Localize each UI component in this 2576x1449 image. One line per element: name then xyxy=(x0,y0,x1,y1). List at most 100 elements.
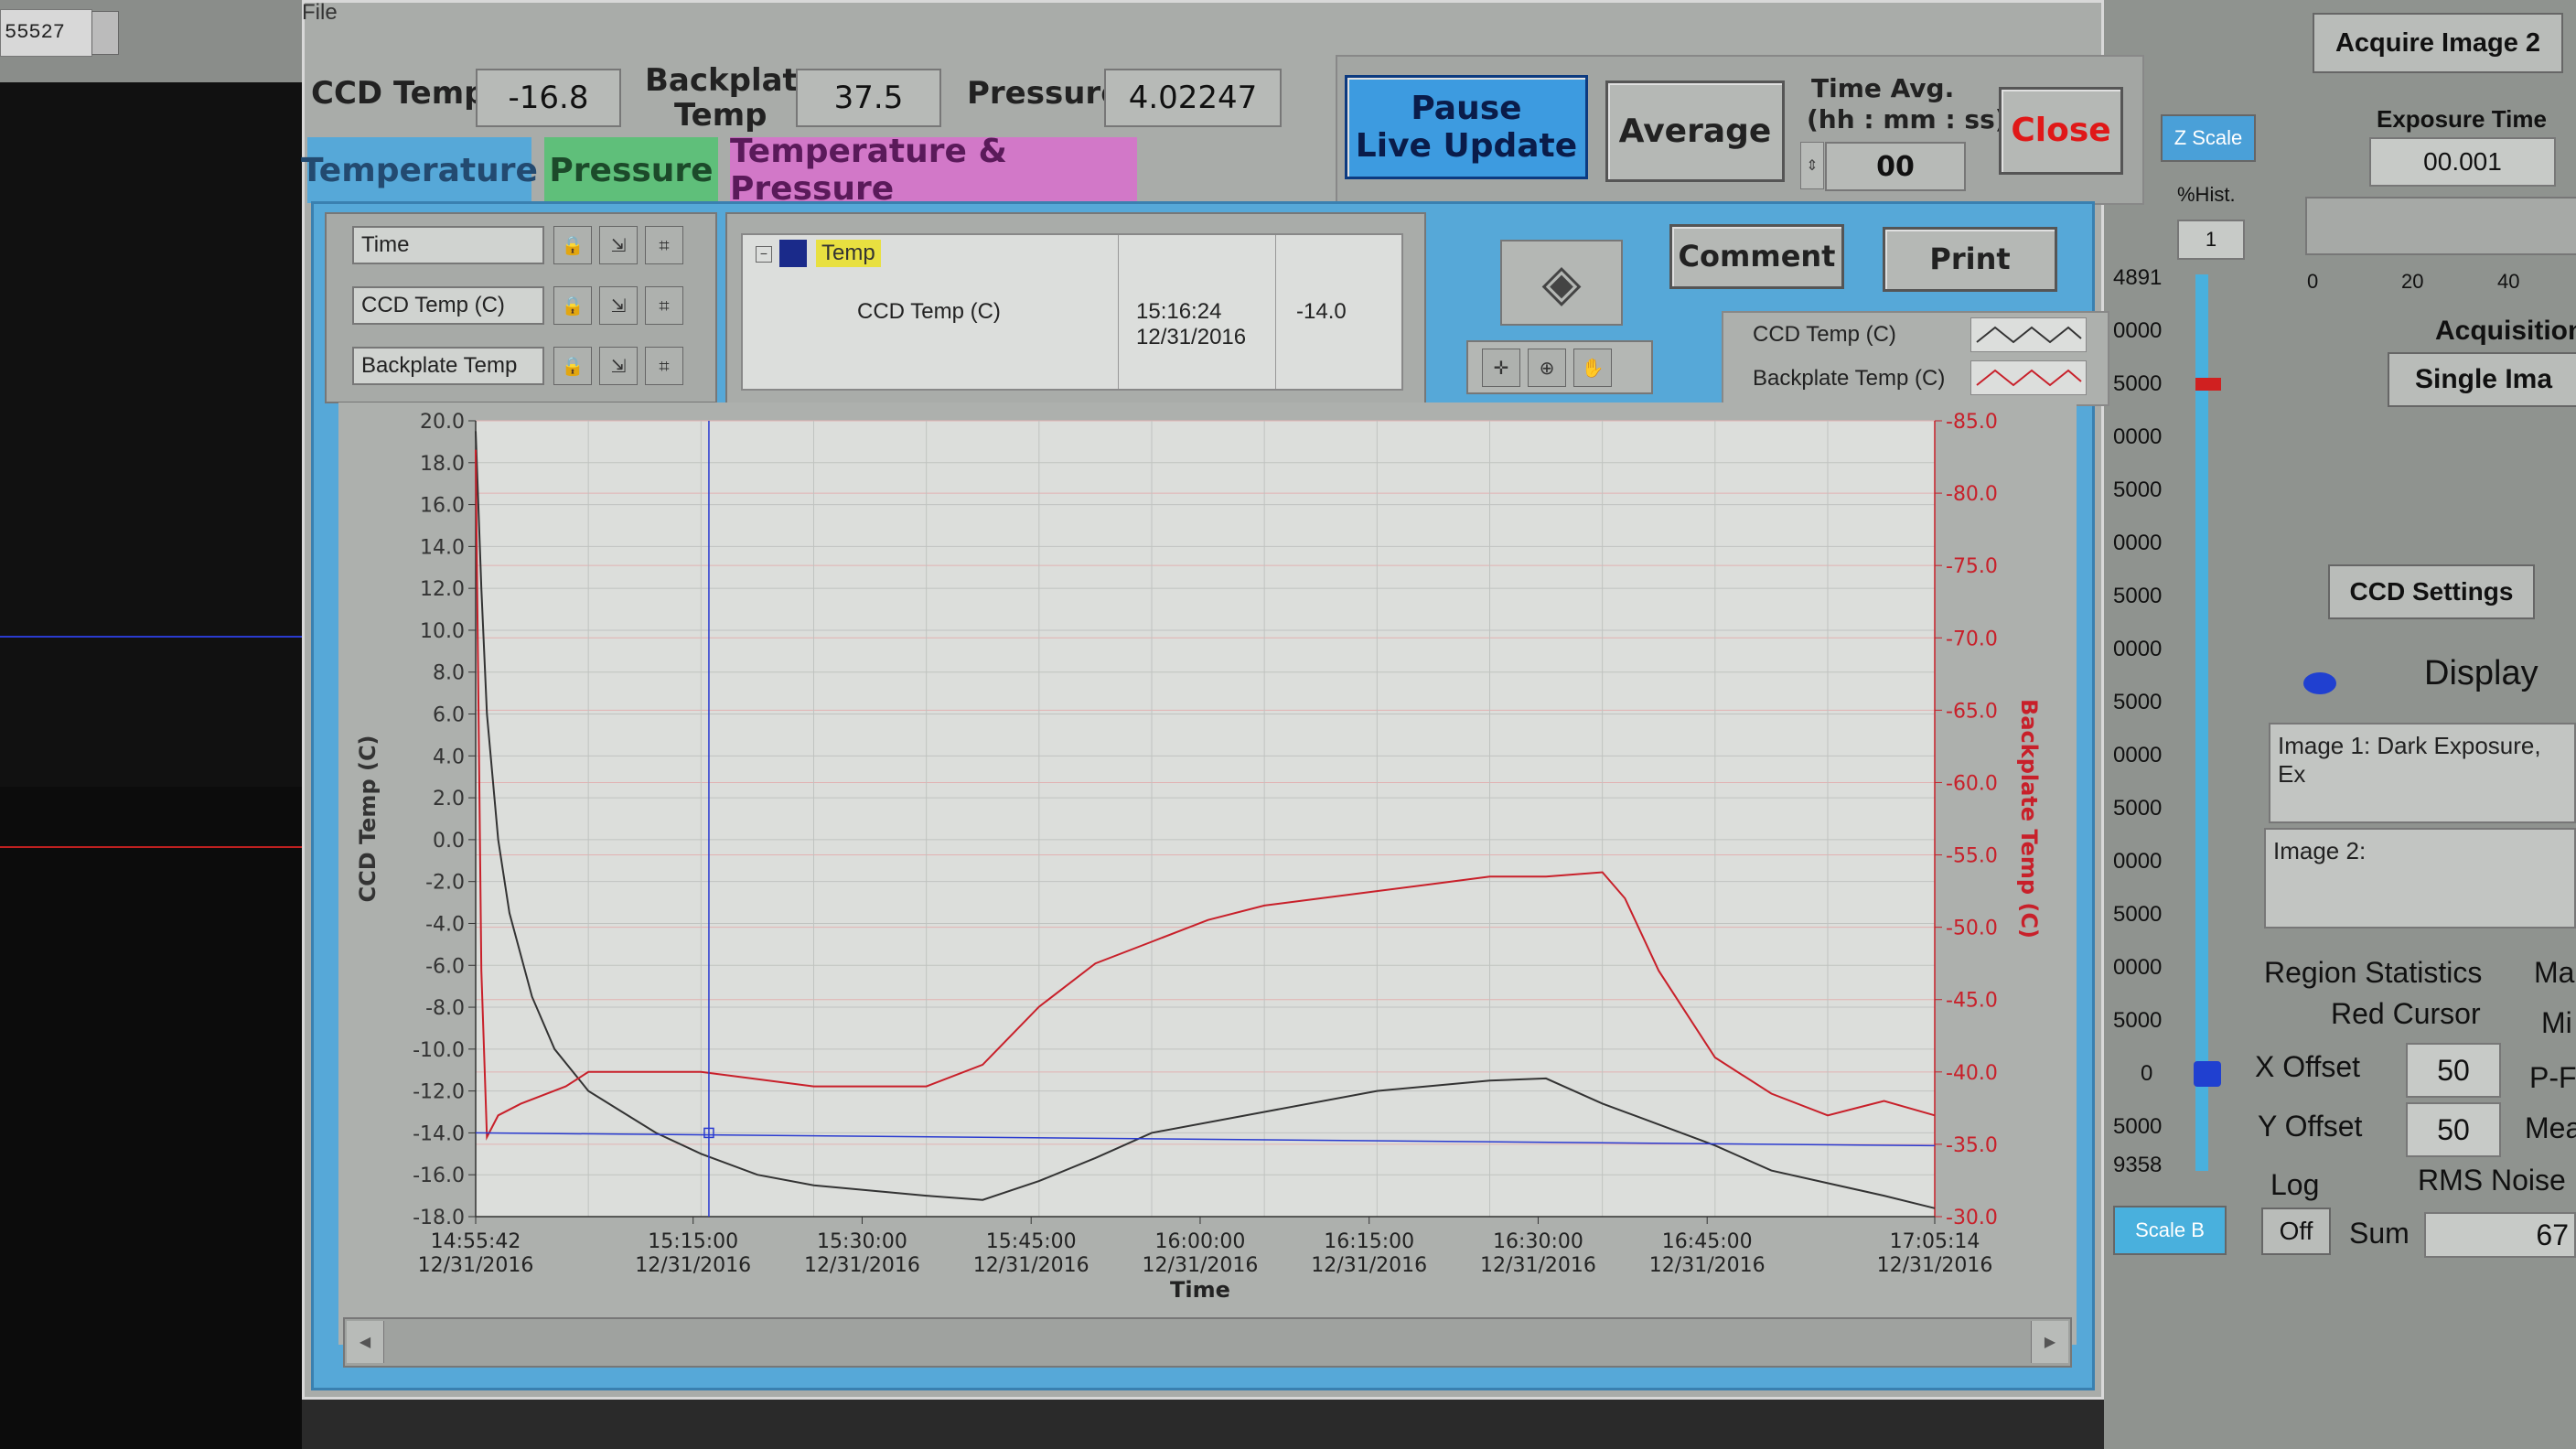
tab-temperature[interactable]: Temperature xyxy=(301,137,538,203)
legend-backplate-temp[interactable]: Backplate Temp (C) xyxy=(1753,366,1945,392)
pause-live-update-button[interactable]: Pause Live Update xyxy=(1345,75,1588,179)
cursor-table: − Temp CCD Temp (C) 15:16:24 12/31/2016 … xyxy=(741,233,1403,391)
scale-tick: 0000 xyxy=(2113,531,2163,555)
acquisition-label: Acquisition xyxy=(2435,316,2576,346)
left-window-lower-panel xyxy=(0,787,302,1449)
exposure-slider[interactable] xyxy=(2305,197,2576,255)
menu-file[interactable]: File xyxy=(302,0,338,26)
close-button[interactable]: Close xyxy=(1999,87,2123,175)
sum-label: Sum xyxy=(2349,1217,2410,1250)
right-tick-label: -75.0 xyxy=(1946,555,1998,578)
channel-backplate-temp[interactable]: Backplate Temp xyxy=(352,347,544,385)
sum-field[interactable]: 67 xyxy=(2424,1212,2576,1258)
exposure-time-field[interactable]: 00.001 xyxy=(2369,137,2556,187)
scale-b-button[interactable]: Scale B xyxy=(2113,1206,2227,1255)
average-button[interactable]: Average xyxy=(1605,80,1785,182)
time-avg-label: Time Avg. xyxy=(1811,73,1955,103)
log-off-toggle[interactable]: Off xyxy=(2261,1208,2331,1255)
legend-ccd-temp[interactable]: CCD Temp (C) xyxy=(1753,322,1896,348)
collapse-icon[interactable]: − xyxy=(756,246,772,263)
left-tick-label: 14.0 xyxy=(420,536,465,559)
pause-label-line2: Live Update xyxy=(1355,127,1578,165)
display-led-icon xyxy=(2303,672,2336,694)
ccd-temp-value: -16.8 xyxy=(476,69,621,127)
x-tick-date: 12/31/2016 xyxy=(635,1254,751,1277)
background-window-right: Acquire Image 2 Z Scale %Hist. 1 Exposur… xyxy=(2104,0,2576,1449)
right-tick-label: -60.0 xyxy=(1946,772,1998,795)
x-offset-field[interactable]: 50 xyxy=(2406,1043,2501,1098)
y2-scale-icon[interactable]: ⇲ xyxy=(599,347,638,385)
image2-description[interactable]: Image 2: xyxy=(2264,828,2576,928)
channel-time[interactable]: Time xyxy=(352,226,544,264)
hist-label: %Hist. xyxy=(2177,183,2236,206)
left-window-field[interactable]: 55527 xyxy=(0,9,92,57)
scale-tick: 5000 xyxy=(2113,796,2163,821)
y2-format-icon[interactable]: ⌗ xyxy=(645,347,683,385)
red-marker-icon[interactable] xyxy=(2195,378,2221,391)
cursor-color-icon xyxy=(779,240,807,267)
display-label: Display xyxy=(2424,654,2538,692)
lock-icon[interactable]: 🔒 xyxy=(553,347,592,385)
blue-marker-icon[interactable] xyxy=(2194,1061,2221,1087)
scroll-left-icon[interactable]: ◀ xyxy=(347,1321,384,1363)
time-avg-stepper-icon[interactable]: ⇕ xyxy=(1800,142,1824,189)
y-offset-field[interactable]: 50 xyxy=(2406,1102,2501,1157)
left-window-dropdown-button[interactable] xyxy=(91,11,119,55)
comment-button[interactable]: Comment xyxy=(1669,224,1844,289)
tab-temperature-pressure[interactable]: Temperature & Pressure xyxy=(730,133,1137,208)
lock-icon[interactable]: 🔒 xyxy=(553,286,592,325)
z-scale-colorbar[interactable] xyxy=(2195,274,2208,1171)
left-tick-label: 2.0 xyxy=(433,788,465,810)
hist-value[interactable]: 1 xyxy=(2177,220,2245,260)
cursor-mover-icon[interactable]: ◈ xyxy=(1500,240,1623,326)
left-tick-label: -4.0 xyxy=(425,913,465,936)
channel-ccd-temp[interactable]: CCD Temp (C) xyxy=(352,286,544,325)
y-scale-icon[interactable]: ⇲ xyxy=(599,286,638,325)
left-tick-label: 4.0 xyxy=(433,746,465,768)
scale-tick: 0000 xyxy=(2113,318,2163,343)
x-tick-time: 14:55:42 xyxy=(431,1230,521,1253)
zoom-icon[interactable]: ⊕ xyxy=(1528,349,1566,387)
scale-tick: 5000 xyxy=(2113,584,2163,608)
time-avg-format-label: (hh : mm : ss) xyxy=(1807,104,2007,134)
single-image-button[interactable]: Single Ima xyxy=(2388,352,2576,407)
cursor-value: -14.0 xyxy=(1296,299,1347,324)
x-scale-icon[interactable]: ⇲ xyxy=(599,226,638,264)
print-button[interactable]: Print xyxy=(1883,227,2057,292)
stat-mean-label: Mear xyxy=(2525,1111,2576,1144)
plot-legend: CCD Temp (C) Backplate Temp (C) xyxy=(1722,311,2109,406)
y-format-icon[interactable]: ⌗ xyxy=(645,286,683,325)
backplate-label-line1: Backplate xyxy=(645,62,819,99)
scale-tick: 0 xyxy=(2141,1061,2153,1086)
lock-icon[interactable]: 🔒 xyxy=(553,226,592,264)
right-tick-label: -85.0 xyxy=(1946,411,1998,434)
left-tick-label: 18.0 xyxy=(420,453,465,476)
x-tick-date: 12/31/2016 xyxy=(1311,1254,1427,1277)
x-axis-ticks: 14:55:4212/31/201615:15:0012/31/201615:3… xyxy=(418,1216,1993,1277)
horizontal-scrollbar[interactable]: ◀ ▶ xyxy=(343,1317,2072,1368)
time-avg-field[interactable]: 00 xyxy=(1825,142,1966,191)
slider-tick-20: 20 xyxy=(2401,270,2424,293)
tab-pressure[interactable]: Pressure xyxy=(544,137,718,203)
temperature-chart[interactable]: 20.0 18.0 16.0 14.0 12.0 10.0 8.0 6.0 4.0 2.0 0.0 -… xyxy=(338,402,2077,1317)
left-tick-label: 0.0 xyxy=(433,830,465,853)
crosshair-icon[interactable]: ✛ xyxy=(1482,349,1520,387)
stat-ma-label: Ma xyxy=(2534,956,2575,989)
scroll-right-icon[interactable]: ▶ xyxy=(2031,1321,2068,1363)
x-tick-date: 12/31/2016 xyxy=(418,1254,534,1277)
region-statistics-label: Region Statistics xyxy=(2264,956,2483,989)
legend-backplate-line-icon[interactable] xyxy=(1970,360,2087,395)
x-tick-date: 12/31/2016 xyxy=(1877,1254,1993,1277)
acquire-image-2-button[interactable]: Acquire Image 2 xyxy=(2313,13,2563,73)
cursor-group-label[interactable]: Temp xyxy=(816,240,881,267)
ccd-settings-button[interactable]: CCD Settings xyxy=(2328,564,2535,619)
right-tick-label: -70.0 xyxy=(1946,628,1998,650)
z-scale-button[interactable]: Z Scale xyxy=(2161,114,2256,162)
pan-hand-icon[interactable]: ✋ xyxy=(1573,349,1612,387)
scale-tick: 0000 xyxy=(2113,424,2163,449)
left-window-red-line xyxy=(0,846,302,848)
image1-description[interactable]: Image 1: Dark Exposure, Ex xyxy=(2269,723,2576,823)
scale-tick: 0000 xyxy=(2113,637,2163,661)
legend-ccd-line-icon[interactable] xyxy=(1970,317,2087,352)
x-format-icon[interactable]: ⌗ xyxy=(645,226,683,264)
